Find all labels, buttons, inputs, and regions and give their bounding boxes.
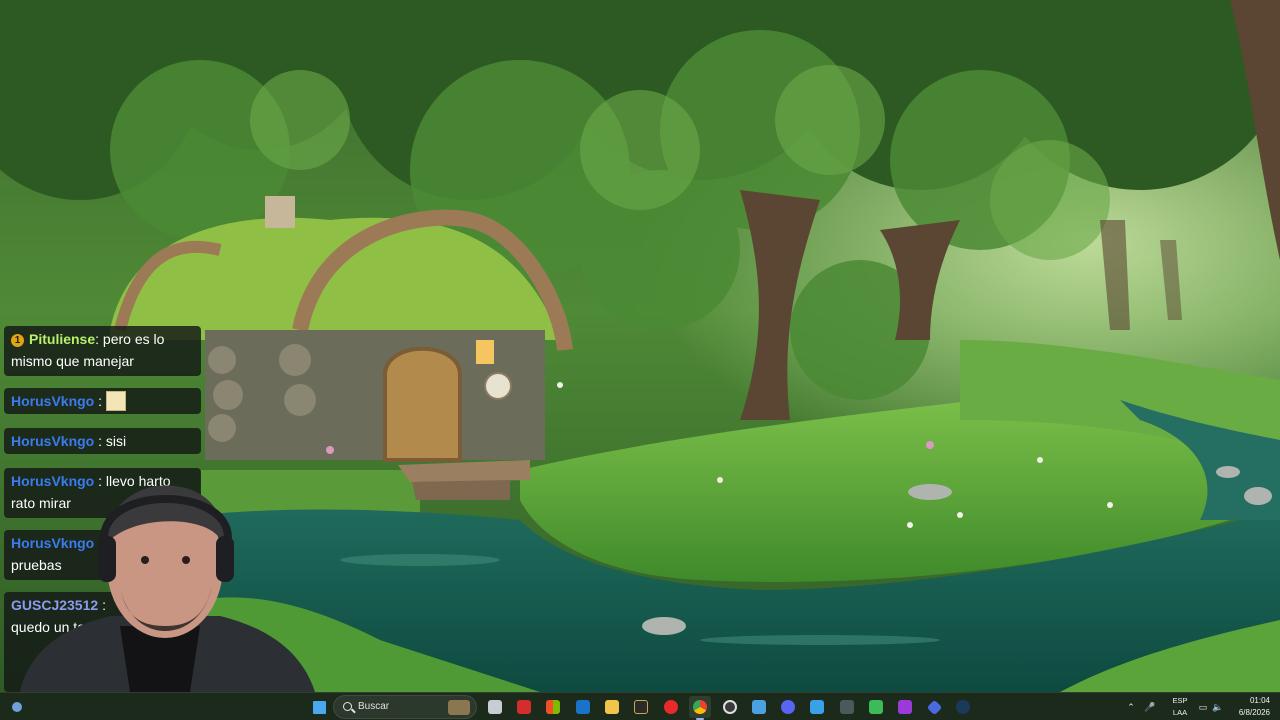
mcafee-icon[interactable]: [513, 696, 535, 718]
webcam-overlay: [0, 476, 325, 692]
microsoft-store-icon[interactable]: [542, 696, 564, 718]
chat-separator: :: [98, 393, 103, 409]
search-placeholder: Buscar: [358, 701, 390, 712]
chat-username: Pituliense: [29, 331, 96, 347]
podcast-icon[interactable]: [894, 696, 916, 718]
network-icon[interactable]: ▭: [1196, 693, 1210, 720]
discord-icon[interactable]: [777, 696, 799, 718]
chevron-up-icon[interactable]: ⌃: [1124, 693, 1138, 720]
search-box[interactable]: Buscar: [333, 695, 477, 719]
chat-username: HorusVkngo: [11, 393, 95, 409]
language-code: ESP: [1172, 696, 1188, 705]
chat-username: HorusVkngo: [11, 433, 95, 449]
widgets-icon[interactable]: [6, 696, 28, 718]
chrome-icon[interactable]: [689, 696, 711, 720]
language-region: LAA: [1172, 708, 1188, 717]
steam-icon[interactable]: [952, 696, 974, 718]
chat-text: sisi: [105, 433, 127, 449]
subscriber-badge-icon: 1: [11, 334, 24, 347]
pepe-emote-icon: [105, 391, 126, 411]
file-explorer-icon[interactable]: [601, 696, 623, 718]
capture-icon[interactable]: [836, 696, 858, 718]
obs-studio-icon[interactable]: [719, 696, 741, 718]
search-icon: [343, 702, 352, 711]
start-icon[interactable]: [308, 696, 330, 718]
outlook-icon[interactable]: [572, 696, 594, 718]
chat-separator: :: [98, 433, 103, 449]
windows-taskbar: Buscar ⌃ 🎤 ESP LAA ▭ 🔈 01:04 6/8/2026: [0, 692, 1280, 720]
clock-date: 6/8/2026: [1238, 708, 1270, 717]
vegas-pro-icon[interactable]: [630, 696, 652, 718]
volume-icon[interactable]: 🔈: [1211, 693, 1225, 720]
chat-message: 1 Pituliense: pero es lo mismo que maneja…: [4, 326, 201, 376]
chat-message: HorusVkngo :: [4, 388, 201, 414]
app-blue-icon[interactable]: [923, 696, 945, 718]
language-indicator[interactable]: ESP LAA: [1168, 695, 1192, 719]
clock-time: 01:04: [1249, 696, 1270, 705]
chat-message: HorusVkngo : sisi: [4, 428, 201, 454]
search-highlight-icon: [448, 700, 470, 715]
microphone-icon[interactable]: 🎤: [1143, 693, 1157, 720]
notepad-icon[interactable]: [748, 696, 770, 718]
chat-separator: :: [95, 331, 100, 347]
photos-icon[interactable]: [806, 696, 828, 718]
system-clock[interactable]: 01:04 6/8/2026: [1226, 695, 1270, 719]
task-view-icon[interactable]: [484, 696, 506, 718]
android-studio-icon[interactable]: [865, 696, 887, 718]
youtube-music-icon[interactable]: [660, 696, 682, 718]
